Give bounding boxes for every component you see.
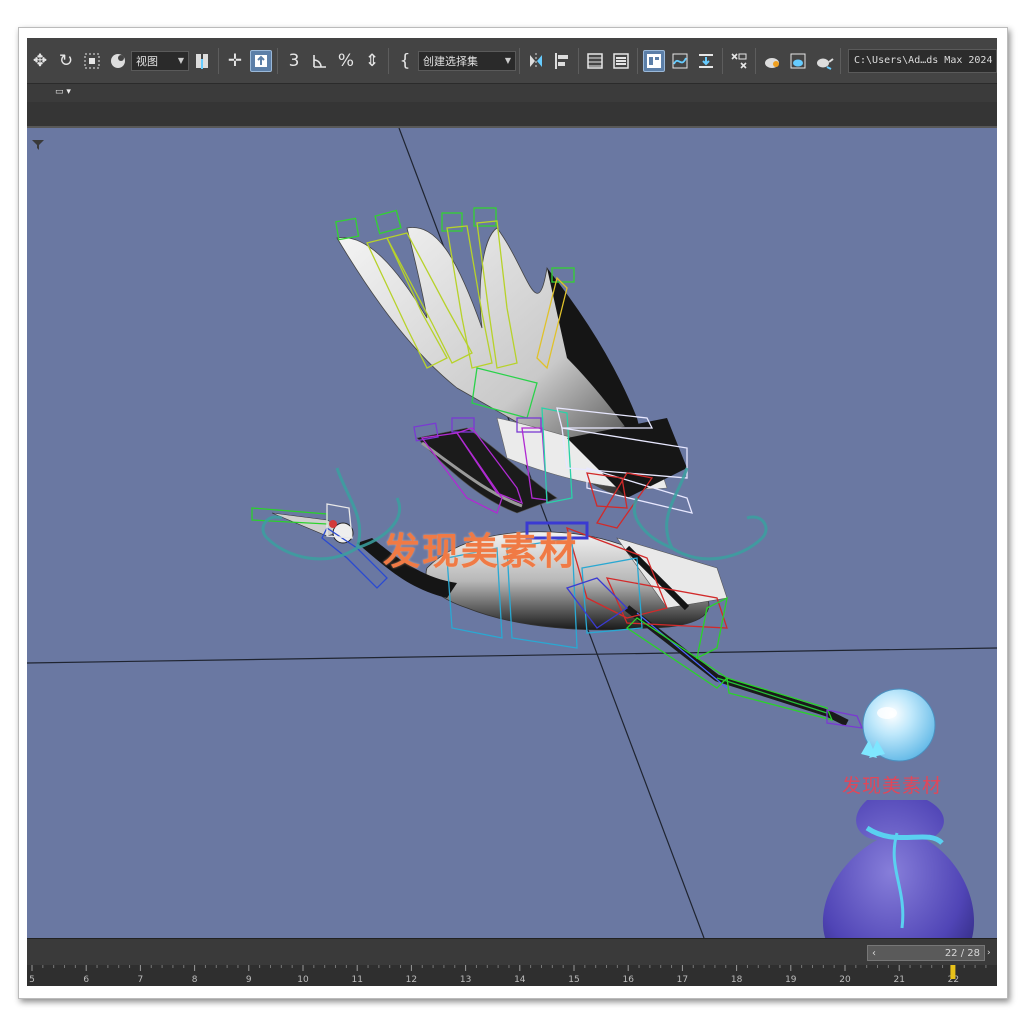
viewport-filter-icon[interactable] [31,136,45,155]
max-application-window: ✥ ↻ 视图 ▼ ✛ 3 % ⇕ { 创建选择集 ▼ C:\Users\Ad…d… [27,38,997,986]
angle-snap-icon[interactable] [309,50,331,72]
ruler-tick-label: 14 [514,975,526,985]
ruler-tick-label: 19 [785,975,797,985]
view-dropdown-label: 视图 [136,54,158,68]
percent-snap-icon[interactable]: % [335,50,357,72]
toolbar-separator [578,47,579,74]
watermark-orb-bag [822,688,975,938]
next-frame-icon[interactable]: › [987,945,997,961]
time-slider-track[interactable] [27,943,997,963]
ruler-tick-label: 17 [677,975,688,985]
toolbar-separator [277,47,278,74]
ruler-tick-label: 7 [138,975,144,985]
time-slider-area: ‹ 22 / 28 › 5 6 7 8 9 10 11 12 13 14 15 16 17 18 19 20 2… [27,938,997,986]
select-region-icon[interactable] [81,50,103,72]
teapot-icon[interactable] [813,50,835,72]
main-toolbar: ✥ ↻ 视图 ▼ ✛ 3 % ⇕ { 创建选择集 ▼ C:\Users\Ad…d… [27,38,997,84]
ruler-tick-label: 8 [192,975,198,985]
viewport-label-bar [27,102,997,128]
grid-line-horizontal [27,647,997,664]
align-icon[interactable] [551,50,573,72]
project-path-field[interactable]: C:\Users\Ad…ds Max 2024 [848,48,997,73]
toolbar-separator [637,47,638,74]
message-icon[interactable]: ▭ ▾ [55,87,71,97]
perspective-viewport[interactable]: 发现美素材 发现美素材 [27,128,997,938]
view-dropdown[interactable]: 视图 ▼ [131,50,189,71]
toolbar-separator [388,47,389,74]
render-icon[interactable] [787,50,809,72]
prev-frame-icon[interactable]: ‹ [872,948,876,959]
ruler-canvas: 5 6 7 8 9 10 11 12 13 14 15 16 17 18 19 20 21 22 [29,965,987,985]
move-icon[interactable]: ✥ [29,50,51,72]
chevron-down-icon: ▼ [504,56,511,65]
ruler-tick-label: 5 [29,975,35,985]
rotate-icon[interactable]: ↻ [55,50,77,72]
layer-explorer-icon[interactable] [610,50,632,72]
upper-wing [336,227,687,499]
ruler-tick-label: 12 [406,975,417,985]
mirror-icon[interactable] [525,50,547,72]
ruler-tick-label: 21 [893,975,904,985]
scene-explorer-icon[interactable] [584,50,606,72]
secondary-toolbar: ▭ ▾ [27,84,997,102]
rendered-frame-icon[interactable] [761,50,783,72]
select-move-icon[interactable]: ✛ [224,50,246,72]
watermark-small-title: 发现美素材 [842,775,943,797]
snap-3d-icon[interactable]: 3 [283,50,305,72]
time-slider-thumb[interactable]: ‹ 22 / 28 [867,945,985,961]
toolbar-separator [755,47,756,74]
toolbar-separator [840,47,841,74]
ruler-tick-label: 11 [351,975,362,985]
ruler-tick-label: 9 [246,975,252,985]
pivot-icon[interactable] [191,50,213,72]
paint-select-icon[interactable] [107,50,129,72]
named-selection-icon[interactable]: { [394,50,416,72]
toolbar-separator [519,47,520,74]
ruler-tick-label: 20 [839,975,851,985]
schematic-icon[interactable] [695,50,717,72]
ribbon-icon[interactable] [643,49,665,72]
ruler-tick-label: 15 [568,975,579,985]
ruler-tick-label: 18 [731,975,743,985]
frame-counter: 22 / 28 [944,947,980,959]
select-object-icon[interactable] [250,49,272,72]
ruler-tick-label: 16 [622,975,634,985]
ruler-tick-label: 10 [297,975,309,985]
render-setup-icon[interactable] [728,50,750,72]
ruler-tick-label: 13 [460,975,471,985]
toolbar-separator [722,47,723,74]
percent-snap-label: % [337,50,355,71]
current-frame-marker [950,965,956,979]
toolbar-separator [218,47,219,74]
spinner-snap-icon[interactable]: ⇕ [361,50,383,72]
snap-3d-label: 3 [288,50,300,71]
project-path-text: C:\Users\Ad…ds Max 2024 [854,55,993,66]
curve-editor-icon[interactable] [669,50,691,72]
selection-set-label: 创建选择集 [423,54,478,68]
track-bar-ruler[interactable]: 5 6 7 8 9 10 11 12 13 14 15 16 17 18 19 20 21 22 [27,965,997,986]
selection-set-dropdown[interactable]: 创建选择集 ▼ [418,50,516,71]
ruler-tick-label: 6 [83,975,89,985]
chevron-down-icon: ▼ [177,56,184,65]
watermark-title: 发现美素材 [383,529,578,573]
